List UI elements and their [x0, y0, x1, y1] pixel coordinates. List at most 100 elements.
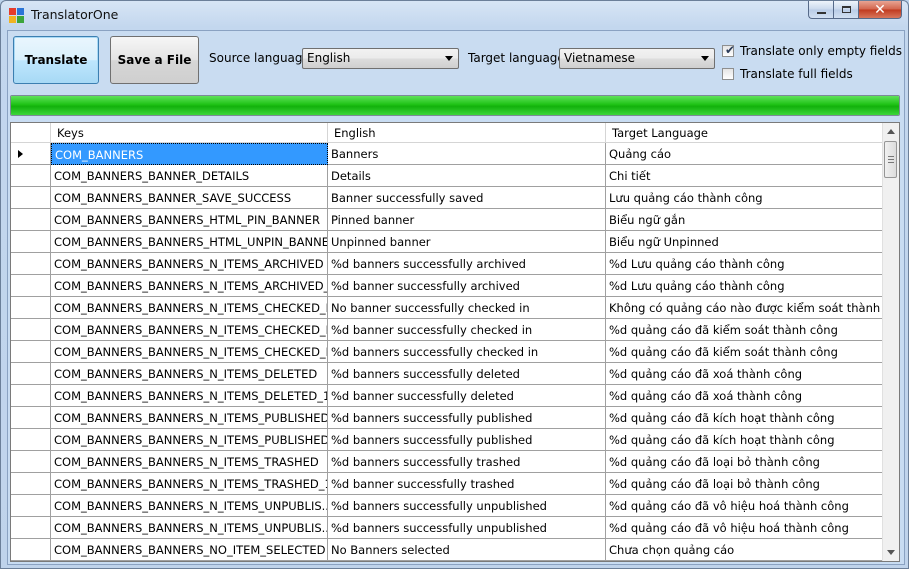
- target-cell[interactable]: %d quảng cáo đã loại bỏ thành công: [606, 451, 885, 473]
- row-header[interactable]: [11, 539, 51, 561]
- key-cell[interactable]: COM_BANNERS_BANNERS_N_ITEMS_DELETED_1: [51, 385, 328, 407]
- save-file-button[interactable]: Save a File: [110, 36, 199, 84]
- english-cell[interactable]: %d banners successfully deleted: [328, 363, 606, 385]
- target-cell[interactable]: %d quảng cáo đã kích hoạt thành công: [606, 407, 885, 429]
- english-cell[interactable]: No Banners selected: [328, 539, 606, 561]
- english-cell[interactable]: %d banner successfully archived: [328, 275, 606, 297]
- english-cell[interactable]: Banners: [328, 143, 606, 165]
- key-cell[interactable]: COM_BANNERS_BANNER_SAVE_SUCCESS: [51, 187, 328, 209]
- english-cell[interactable]: No banner successfully checked in: [328, 297, 606, 319]
- translation-grid[interactable]: Keys English Target Language COM_BANNERS…: [10, 122, 900, 562]
- row-header[interactable]: [11, 495, 51, 517]
- english-cell[interactable]: Pinned banner: [328, 209, 606, 231]
- english-cell[interactable]: Details: [328, 165, 606, 187]
- table-row[interactable]: COM_BANNERS_BANNERS_N_ITEMS_UNPUBLIS...%…: [11, 517, 885, 539]
- row-header[interactable]: [11, 165, 51, 187]
- row-header[interactable]: [11, 473, 51, 495]
- english-cell[interactable]: %d banners successfully archived: [328, 253, 606, 275]
- key-cell[interactable]: COM_BANNERS_BANNERS_N_ITEMS_ARCHIVED: [51, 253, 328, 275]
- target-cell[interactable]: Không có quảng cáo nào được kiểm soát th…: [606, 297, 885, 319]
- scroll-up-icon[interactable]: [887, 129, 895, 134]
- table-row[interactable]: COM_BANNERS_BANNERS_N_ITEMS_PUBLISHED %d …: [11, 407, 885, 429]
- target-cell[interactable]: %d quảng cáo đã xoá thành công: [606, 385, 885, 407]
- table-row[interactable]: COM_BANNERS_BANNER_DETAILS Details Chi tiế…: [11, 165, 885, 187]
- key-cell[interactable]: COM_BANNERS_BANNERS_N_ITEMS_CHECKED_I...: [51, 297, 328, 319]
- target-cell[interactable]: Chưa chọn quảng cáo: [606, 539, 885, 561]
- english-cell[interactable]: %d banner successfully checked in: [328, 319, 606, 341]
- column-header-keys[interactable]: Keys: [51, 123, 328, 142]
- row-header[interactable]: [11, 451, 51, 473]
- scroll-down-icon[interactable]: [887, 550, 895, 555]
- key-cell[interactable]: COM_BANNERS_BANNER_DETAILS: [51, 165, 328, 187]
- key-cell[interactable]: COM_BANNERS_BANNERS_HTML_UNPIN_BANNER: [51, 231, 328, 253]
- target-cell[interactable]: %d quảng cáo đã xoá thành công: [606, 363, 885, 385]
- vertical-scrollbar[interactable]: [882, 123, 899, 561]
- key-cell[interactable]: COM_BANNERS_BANNERS_N_ITEMS_UNPUBLIS...: [51, 517, 328, 539]
- row-header[interactable]: [11, 143, 51, 165]
- english-cell[interactable]: %d banners successfully trashed: [328, 451, 606, 473]
- title-bar[interactable]: TranslatorOne ✕: [1, 1, 908, 29]
- column-header-english[interactable]: English: [328, 123, 606, 142]
- target-cell[interactable]: %d Lưu quảng cáo thành công: [606, 253, 885, 275]
- minimize-button[interactable]: [808, 1, 833, 19]
- key-cell[interactable]: COM_BANNERS_BANNERS_N_ITEMS_CHECKED_I...: [51, 319, 328, 341]
- table-row[interactable]: COM_BANNERS_BANNERS_N_ITEMS_ARCHIVED %d b…: [11, 253, 885, 275]
- target-cell[interactable]: Biểu ngữ Unpinned: [606, 231, 885, 253]
- row-header[interactable]: [11, 297, 51, 319]
- row-header[interactable]: [11, 319, 51, 341]
- row-header[interactable]: [11, 429, 51, 451]
- key-cell[interactable]: COM_BANNERS_BANNERS_HTML_PIN_BANNER: [51, 209, 328, 231]
- table-row[interactable]: COM_BANNERS_BANNERS_N_ITEMS_CHECKED_I...…: [11, 319, 885, 341]
- english-cell[interactable]: %d banners successfully checked in: [328, 341, 606, 363]
- target-cell[interactable]: %d quảng cáo đã kiểm soát thành công: [606, 319, 885, 341]
- table-row[interactable]: COM_BANNERS_BANNERS_N_ITEMS_TRASHED %d ba…: [11, 451, 885, 473]
- key-cell[interactable]: COM_BANNERS_BANNERS_N_ITEMS_PUBLISHED: [51, 407, 328, 429]
- key-cell[interactable]: COM_BANNERS_BANNERS_N_ITEMS_PUBLISHED...: [51, 429, 328, 451]
- maximize-button[interactable]: [833, 1, 858, 19]
- target-cell[interactable]: %d quảng cáo đã kích hoạt thành công: [606, 429, 885, 451]
- key-cell[interactable]: COM_BANNERS_BANNERS_N_ITEMS_ARCHIVED_1: [51, 275, 328, 297]
- key-cell[interactable]: COM_BANNERS: [51, 143, 328, 165]
- table-row[interactable]: COM_BANNERS_BANNERS_N_ITEMS_TRASHED_1 %d …: [11, 473, 885, 495]
- key-cell[interactable]: COM_BANNERS_BANNERS_N_ITEMS_UNPUBLIS...: [51, 495, 328, 517]
- row-header[interactable]: [11, 275, 51, 297]
- table-row[interactable]: COM_BANNERS_BANNERS_N_ITEMS_CHECKED_I...…: [11, 341, 885, 363]
- table-row[interactable]: COM_BANNERS_BANNERS_HTML_PIN_BANNER Pinne…: [11, 209, 885, 231]
- row-header[interactable]: [11, 231, 51, 253]
- row-header[interactable]: [11, 209, 51, 231]
- translate-empty-checkbox[interactable]: ✔ Translate only empty fields: [722, 43, 902, 59]
- table-row[interactable]: COM_BANNERS_BANNERS_N_ITEMS_UNPUBLIS...%…: [11, 495, 885, 517]
- translate-full-checkbox[interactable]: Translate full fields: [722, 66, 853, 82]
- source-language-select[interactable]: English: [302, 48, 459, 69]
- target-cell[interactable]: %d quảng cáo đã vô hiệu hoá thành công: [606, 495, 885, 517]
- key-cell[interactable]: COM_BANNERS_BANNERS_N_ITEMS_DELETED: [51, 363, 328, 385]
- target-language-select[interactable]: Vietnamese: [559, 48, 715, 69]
- english-cell[interactable]: Banner successfully saved: [328, 187, 606, 209]
- table-row[interactable]: COM_BANNERS_BANNERS_HTML_UNPIN_BANNER Unp…: [11, 231, 885, 253]
- row-header[interactable]: [11, 407, 51, 429]
- english-cell[interactable]: %d banners successfully unpublished: [328, 517, 606, 539]
- english-cell[interactable]: %d banners successfully published: [328, 429, 606, 451]
- english-cell[interactable]: %d banner successfully deleted: [328, 385, 606, 407]
- scroll-thumb[interactable]: [884, 141, 897, 178]
- english-cell[interactable]: %d banners successfully unpublished: [328, 495, 606, 517]
- target-cell[interactable]: %d Lưu quảng cáo thành công: [606, 275, 885, 297]
- key-cell[interactable]: COM_BANNERS_BANNERS_NO_ITEM_SELECTED: [51, 539, 328, 561]
- row-header[interactable]: [11, 253, 51, 275]
- english-cell[interactable]: Unpinned banner: [328, 231, 606, 253]
- table-row[interactable]: COM_BANNERS_BANNERS_N_ITEMS_ARCHIVED_1 %d…: [11, 275, 885, 297]
- table-row[interactable]: COM_BANNERS_BANNERS_NO_ITEM_SELECTED No B…: [11, 539, 885, 561]
- row-header[interactable]: [11, 517, 51, 539]
- target-cell[interactable]: Biểu ngữ gắn: [606, 209, 885, 231]
- table-row[interactable]: COM_BANNERS_BANNER_SAVE_SUCCESS Banner su…: [11, 187, 885, 209]
- close-button[interactable]: ✕: [858, 1, 902, 19]
- table-row[interactable]: COM_BANNERS_BANNERS_N_ITEMS_DELETED %d ba…: [11, 363, 885, 385]
- english-cell[interactable]: %d banner successfully trashed: [328, 473, 606, 495]
- key-cell[interactable]: COM_BANNERS_BANNERS_N_ITEMS_CHECKED_I...: [51, 341, 328, 363]
- row-header[interactable]: [11, 187, 51, 209]
- target-cell[interactable]: %d quảng cáo đã loại bỏ thành công: [606, 473, 885, 495]
- row-header[interactable]: [11, 385, 51, 407]
- table-row[interactable]: COM_BANNERS_BANNERS_N_ITEMS_PUBLISHED...…: [11, 429, 885, 451]
- table-row[interactable]: COM_BANNERS_BANNERS_N_ITEMS_DELETED_1 %d …: [11, 385, 885, 407]
- key-cell[interactable]: COM_BANNERS_BANNERS_N_ITEMS_TRASHED: [51, 451, 328, 473]
